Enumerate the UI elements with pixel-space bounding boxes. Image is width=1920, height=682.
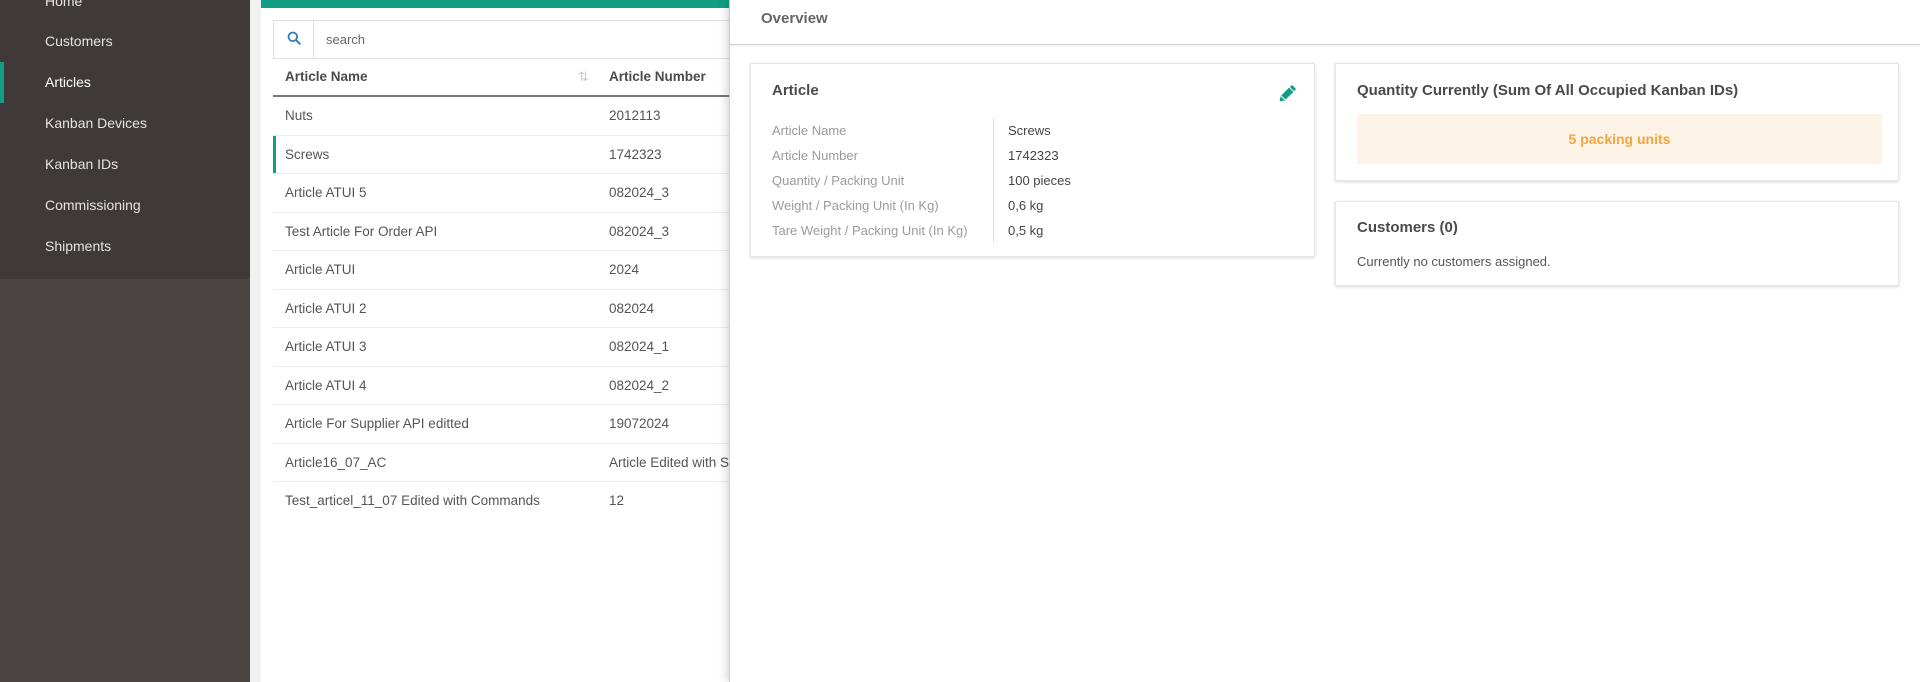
quantity-value: 5 packing units <box>1357 114 1882 164</box>
detail-key: Article Name <box>772 118 994 143</box>
table-row[interactable]: Test Article For Order API 082024_3 <box>273 213 730 251</box>
pencil-icon <box>1276 85 1298 108</box>
detail-row: Tare Weight / Packing Unit (In Kg) 0,5 k… <box>772 218 1292 243</box>
table-row[interactable]: Article For Supplier API editted 1907202… <box>273 405 730 444</box>
detail-key: Tare Weight / Packing Unit (In Kg) <box>772 218 994 243</box>
article-list-panel: Article Name ⇅ Article Number Nuts 20121… <box>261 0 730 682</box>
layout-gap <box>250 0 261 682</box>
detail-row: Article Number 1742323 <box>772 143 1292 168</box>
cell-article-name: Article ATUI 5 <box>285 185 367 200</box>
table-row[interactable]: Nuts 2012113 <box>273 97 730 136</box>
cell-article-name: Test_articel_11_07 Edited with Commands <box>285 493 540 508</box>
detail-value: 1742323 <box>1008 148 1059 163</box>
sidebar-nav: Home Customers Articles Kanban Devices K… <box>0 0 250 279</box>
search-input[interactable] <box>314 21 730 58</box>
cell-article-name: Article ATUI 3 <box>285 339 367 354</box>
cell-article-number: 082024_1 <box>609 339 670 354</box>
detail-key: Quantity / Packing Unit <box>772 168 994 193</box>
cell-article-number: 082024_3 <box>609 223 670 239</box>
article-card: Article Article Name Screws Article Numb… <box>750 63 1315 257</box>
cell-article-number: 082024 <box>609 300 655 316</box>
table-row[interactable]: Article16_07_AC Article Edited with Su <box>273 444 730 482</box>
column-header-label: Article Name <box>285 69 368 84</box>
column-header-article-number[interactable]: Article Number <box>597 60 730 95</box>
sidebar-item-home[interactable]: Home <box>0 0 250 21</box>
customers-card-title: Customers (0) <box>1357 219 1458 236</box>
overview-title: Overview <box>730 0 1920 45</box>
detail-row: Quantity / Packing Unit 100 pieces <box>772 168 1292 193</box>
search-bar <box>273 20 730 59</box>
detail-value: 0,6 kg <box>1008 198 1044 213</box>
table-row[interactable]: Article ATUI 2024 <box>273 251 730 290</box>
quantity-card-title: Quantity Currently (Sum Of All Occupied … <box>1357 82 1739 99</box>
cell-article-number: 082024_3 <box>609 185 670 200</box>
cell-article-number: 19072024 <box>609 416 670 431</box>
sidebar-item-shipments[interactable]: Shipments <box>0 226 250 267</box>
column-header-article-name[interactable]: Article Name ⇅ <box>273 60 597 95</box>
cell-article-name: Screws <box>285 146 330 162</box>
table-header: Article Name ⇅ Article Number <box>273 60 730 97</box>
quantity-card: Quantity Currently (Sum Of All Occupied … <box>1335 63 1899 181</box>
table-row[interactable]: Article ATUI 2 082024 <box>273 290 730 328</box>
table-row[interactable]: Article ATUI 3 082024_1 <box>273 328 730 367</box>
sidebar: Home Customers Articles Kanban Devices K… <box>0 0 250 682</box>
table-row[interactable]: Article ATUI 4 082024_2 <box>273 367 730 405</box>
sidebar-item-articles[interactable]: Articles <box>0 62 250 103</box>
article-card-title: Article <box>772 82 819 99</box>
detail-row: Article Name Screws <box>772 118 1292 143</box>
table-row-selected[interactable]: Screws 1742323 <box>273 136 730 174</box>
table-row[interactable]: Test_articel_11_07 Edited with Commands … <box>273 482 730 521</box>
sidebar-item-kanban-devices[interactable]: Kanban Devices <box>0 103 250 144</box>
customers-empty-text: Currently no customers assigned. <box>1357 254 1551 269</box>
detail-value: 0,5 kg <box>1008 223 1044 238</box>
sort-icon[interactable]: ⇅ <box>578 60 589 94</box>
table-row[interactable]: Article ATUI 5 082024_3 <box>273 174 730 213</box>
search-button[interactable] <box>274 21 314 58</box>
search-icon <box>287 31 301 48</box>
cell-article-name: Article For Supplier API editted <box>285 416 469 431</box>
edit-article-button[interactable] <box>1276 83 1298 105</box>
cell-article-number: 2012113 <box>609 108 661 123</box>
cell-article-name: Test Article For Order API <box>285 223 438 239</box>
article-details: Article Name Screws Article Number 17423… <box>772 118 1292 243</box>
cell-article-number: 2024 <box>609 262 640 277</box>
detail-row: Weight / Packing Unit (In Kg) 0,6 kg <box>772 193 1292 218</box>
cell-article-name: Article ATUI 4 <box>285 377 367 393</box>
cell-article-name: Article ATUI 2 <box>285 300 367 316</box>
sidebar-item-customers[interactable]: Customers <box>0 21 250 62</box>
overview-panel: Overview Article Article Name Screws Art… <box>729 0 1920 682</box>
cell-article-name: Nuts <box>285 108 313 123</box>
cell-article-name: Article16_07_AC <box>285 454 387 470</box>
sidebar-item-kanban-ids[interactable]: Kanban IDs <box>0 144 250 185</box>
article-table: Article Name ⇅ Article Number Nuts 20121… <box>273 60 730 521</box>
detail-value: 100 pieces <box>1008 173 1071 188</box>
detail-key: Weight / Packing Unit (In Kg) <box>772 193 994 218</box>
cell-article-number: 082024_2 <box>609 377 670 393</box>
detail-key: Article Number <box>772 143 994 168</box>
cell-article-number: Article Edited with Su <box>609 454 730 470</box>
cell-article-number: 12 <box>609 493 625 508</box>
detail-value: Screws <box>1008 123 1051 138</box>
list-top-bar <box>261 0 730 8</box>
cell-article-name: Article ATUI <box>285 262 356 277</box>
sidebar-item-commissioning[interactable]: Commissioning <box>0 185 250 226</box>
cell-article-number: 1742323 <box>609 146 662 162</box>
customers-card: Customers (0) Currently no customers ass… <box>1335 201 1899 286</box>
